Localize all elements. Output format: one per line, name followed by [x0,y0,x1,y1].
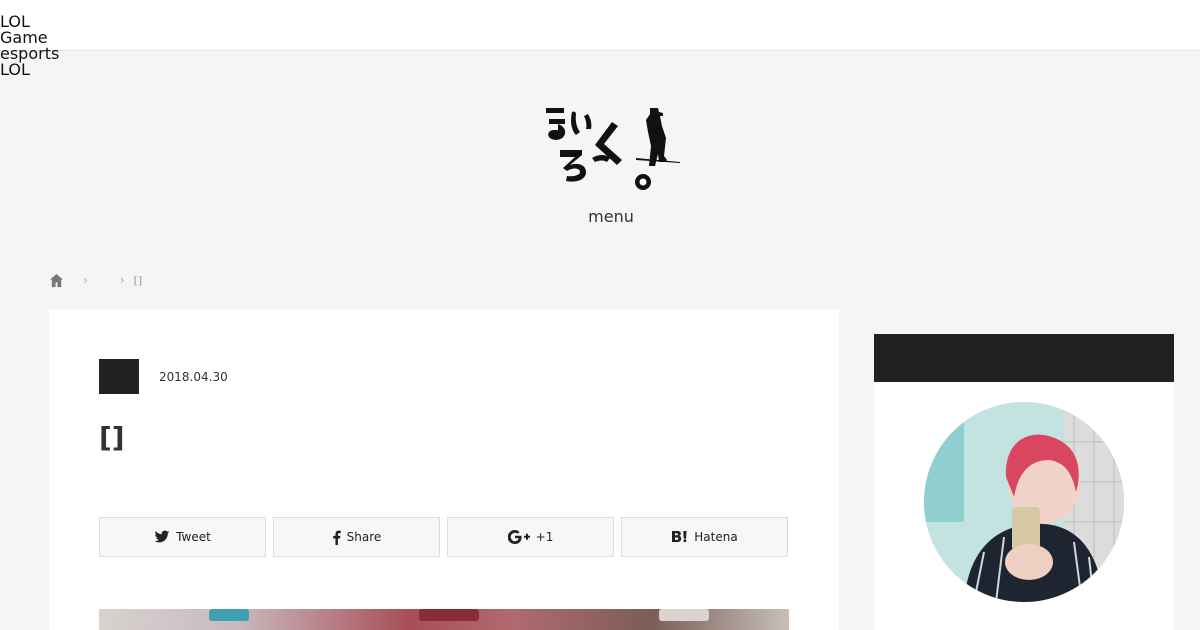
google-plus-label: +1 [535,530,554,544]
avatar-photo [924,402,1124,602]
hatena-button[interactable]: Hatena [621,517,788,557]
site-logo[interactable] [540,100,685,195]
hatena-icon [671,530,688,544]
facebook-share-label: Share [346,530,382,544]
page-title: [] [99,421,125,454]
breadcrumb: › › [] [49,270,142,290]
site-logo-graphic [546,108,680,190]
tweet-label: Tweet [176,530,211,544]
post-date: 2018.04.30 [159,370,228,384]
nav-item-lol-2[interactable]: LOL [0,62,59,78]
facebook-icon [332,530,341,545]
twitter-icon [154,530,170,544]
category-label[interactable] [99,359,139,394]
breadcrumb-current: [] [133,273,143,287]
home-icon[interactable] [49,273,64,288]
sidebar-header [874,334,1174,382]
hero-image [99,609,789,630]
article-card: 2018.04.30 [] Tweet Share +1 Hatena [49,309,839,630]
sidebar-profile [874,334,1174,630]
menu-button[interactable]: menu [575,207,647,226]
breadcrumb-separator: › [119,273,125,287]
google-plus-icon [507,530,530,544]
google-plus-button[interactable]: +1 [447,517,614,557]
breadcrumb-separator: › [83,273,88,287]
avatar [924,402,1124,602]
top-bar [0,0,1200,51]
hatena-label: Hatena [694,530,738,544]
tweet-button[interactable]: Tweet [99,517,266,557]
facebook-share-button[interactable]: Share [273,517,440,557]
share-buttons: Tweet Share +1 Hatena [99,517,788,557]
top-nav: LOL Game esports LOL [0,14,59,78]
